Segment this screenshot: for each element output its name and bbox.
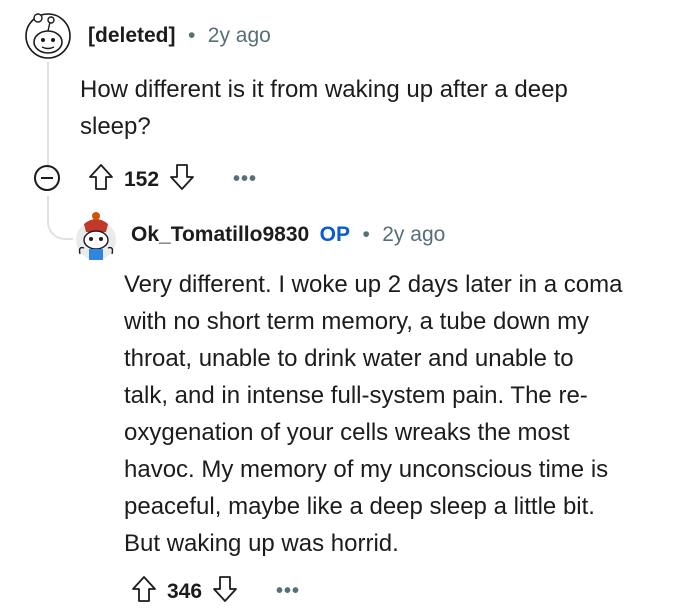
- thread-branch-line: [47, 196, 73, 240]
- vote-row: 346 •••: [131, 575, 300, 608]
- comment-body-line: Very different. I woke up 2 days later i…: [124, 271, 623, 298]
- vote-score: 346: [167, 579, 203, 603]
- separator-dot: •: [362, 223, 370, 246]
- more-options-button[interactable]: •••: [233, 168, 257, 191]
- author-name[interactable]: Ok_Tomatillo9830: [131, 223, 309, 246]
- comment-body-line: How different is it from waking up after…: [80, 76, 568, 103]
- comment-header: Ok_Tomatillo9830 OP • 2y ago: [131, 223, 445, 247]
- comment-body-line: But waking up was horrid.: [124, 530, 399, 557]
- downvote-arrow-icon[interactable]: [169, 163, 195, 196]
- author-name[interactable]: [deleted]: [88, 24, 176, 47]
- comment-header: [deleted] • 2y ago: [88, 24, 271, 48]
- thread-line[interactable]: [47, 62, 49, 170]
- comment-body-line: throat, unable to drink water and unable…: [124, 345, 574, 372]
- vote-score: 152: [124, 167, 160, 191]
- comment-body-line: havoc. My memory of my unconscious time …: [124, 456, 609, 483]
- snoo-avatar-icon[interactable]: [74, 210, 118, 267]
- comment-body: How different is it from waking up after…: [80, 71, 680, 145]
- comment-body-line: with no short term memory, a tube down m…: [124, 308, 590, 335]
- separator-dot: •: [187, 24, 196, 47]
- deleted-user-avatar-icon[interactable]: [24, 12, 72, 65]
- comment-body: Very different. I woke up 2 days later i…: [124, 266, 694, 562]
- comment-body-line: talk, and in intense full-system pain. T…: [124, 382, 588, 409]
- op-badge: OP: [319, 223, 350, 246]
- comment-body-line: peaceful, maybe like a deep sleep a litt…: [124, 493, 595, 520]
- comment-body-line: sleep?: [80, 113, 151, 140]
- comment-body-line: oxygenation of your cells wreaks the mos…: [124, 419, 570, 446]
- more-options-button[interactable]: •••: [276, 580, 300, 603]
- upvote-arrow-icon[interactable]: [131, 575, 157, 608]
- vote-row: 152 •••: [88, 163, 257, 196]
- upvote-arrow-icon[interactable]: [88, 163, 114, 196]
- timestamp[interactable]: 2y ago: [208, 24, 271, 47]
- downvote-arrow-icon[interactable]: [212, 575, 238, 608]
- collapse-thread-button[interactable]: [34, 165, 60, 191]
- timestamp[interactable]: 2y ago: [382, 223, 445, 246]
- minus-icon: [41, 177, 53, 179]
